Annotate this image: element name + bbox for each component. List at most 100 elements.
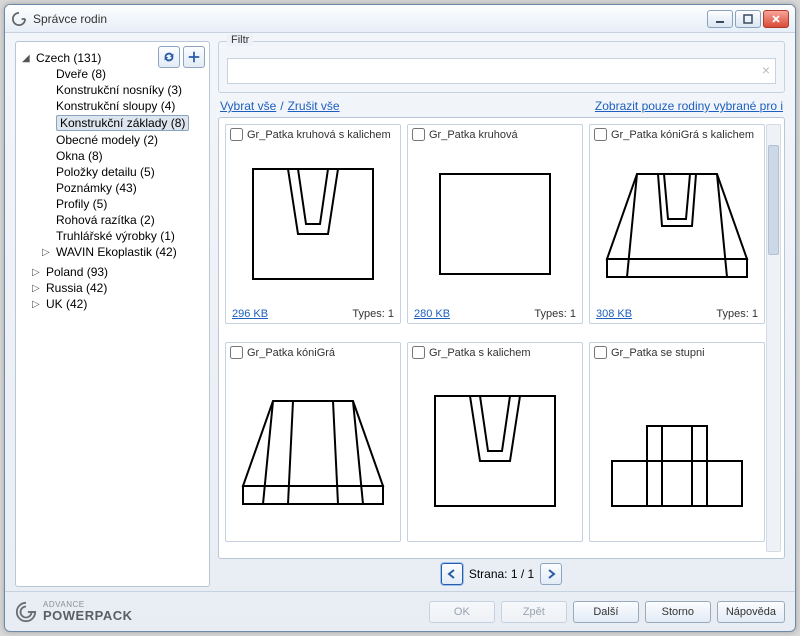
footer: ADVANCE POWERPACK OK Zpět Další Storno N… bbox=[5, 591, 795, 631]
tree-panel: ◢ Czech (131) Dveře (8)Konstrukční nosní… bbox=[15, 41, 210, 587]
grid-wrap: Gr_Patka kruhová s kalichem 296 KB Types: … bbox=[218, 117, 785, 559]
filter-input[interactable] bbox=[227, 58, 776, 84]
tile-checkbox[interactable] bbox=[230, 128, 243, 141]
ok-button[interactable]: OK bbox=[429, 601, 495, 623]
tile-header: Gr_Patka kruhová s kalichem bbox=[226, 125, 400, 143]
tree-root: ◢ Czech (131) Dveře (8)Konstrukční nosní… bbox=[18, 50, 207, 260]
tile-header: Gr_Patka kruhová bbox=[408, 125, 582, 143]
tree-node-label: Dveře (8) bbox=[56, 67, 106, 81]
tile-types: Types: 1 bbox=[716, 308, 758, 320]
caret-right-icon: ▷ bbox=[32, 299, 42, 310]
tree-node[interactable]: Profily (5) bbox=[40, 196, 205, 212]
tree-node-label: Obecné modely (2) bbox=[56, 133, 158, 147]
tree-node-label: Profily (5) bbox=[56, 197, 107, 211]
tree-node-label: Konstrukční nosníky (3) bbox=[56, 83, 182, 97]
filter-legend: Filtr bbox=[227, 34, 253, 46]
tile-name: Gr_Patka s kalichem bbox=[429, 347, 530, 359]
tile-checkbox[interactable] bbox=[594, 128, 607, 141]
tile[interactable]: Gr_Patka s kalichem bbox=[407, 342, 583, 542]
clear-filter-icon[interactable]: × bbox=[762, 62, 770, 78]
tile-checkbox[interactable] bbox=[230, 346, 243, 359]
tile-thumbnail bbox=[408, 361, 582, 541]
right-panel: Filtr × Vybrat vše / Zrušit vše Zobrazit… bbox=[218, 41, 785, 587]
refresh-button[interactable] bbox=[158, 46, 180, 68]
tree-node-label: Truhlářské výrobky (1) bbox=[56, 229, 175, 243]
page-label: Strana: 1 / 1 bbox=[469, 567, 534, 581]
select-all-link[interactable]: Vybrat vše bbox=[220, 99, 276, 113]
tile-types: Types: 1 bbox=[534, 308, 576, 320]
tile-checkbox[interactable] bbox=[594, 346, 607, 359]
tile-name: Gr_Patka kruhová s kalichem bbox=[247, 129, 391, 141]
tile-header: Gr_Patka se stupni bbox=[590, 343, 764, 361]
tile-name: Gr_Patka kóniGrá bbox=[247, 347, 335, 359]
add-button[interactable] bbox=[183, 46, 205, 68]
tree-node-label: Konstrukční základy (8) bbox=[56, 115, 189, 131]
tile-size-link[interactable]: 280 KB bbox=[414, 308, 450, 320]
scrollbar-thumb[interactable] bbox=[768, 145, 779, 255]
tile[interactable]: Gr_Patka kruhová 280 KB Types: 1 bbox=[407, 124, 583, 324]
tile-footer: 308 KB Types: 1 bbox=[590, 305, 764, 323]
tree-node[interactable]: Dveře (8) bbox=[40, 66, 205, 82]
back-button[interactable]: Zpět bbox=[501, 601, 567, 623]
tile[interactable]: Gr_Patka kóniGrá bbox=[225, 342, 401, 542]
linkbar: Vybrat vše / Zrušit vše Zobrazit pouze r… bbox=[218, 99, 785, 113]
window-buttons bbox=[707, 10, 789, 28]
scrollbar[interactable] bbox=[766, 124, 781, 552]
tile-thumbnail bbox=[408, 143, 582, 305]
maximize-button[interactable] bbox=[735, 10, 761, 28]
app-icon bbox=[11, 11, 27, 27]
tree-node-label: WAVIN Ekoplastik (42) bbox=[56, 245, 177, 259]
tile-size-link[interactable]: 296 KB bbox=[232, 308, 268, 320]
caret-down-icon: ◢ bbox=[22, 53, 32, 64]
tile-checkbox[interactable] bbox=[412, 128, 425, 141]
tile[interactable]: Gr_Patka se stupni bbox=[589, 342, 765, 542]
content: ◢ Czech (131) Dveře (8)Konstrukční nosní… bbox=[5, 33, 795, 591]
deselect-all-link[interactable]: Zrušit vše bbox=[288, 99, 340, 113]
help-button[interactable]: Nápověda bbox=[717, 601, 785, 623]
tile-thumbnail bbox=[226, 143, 400, 305]
next-button[interactable]: Další bbox=[573, 601, 639, 623]
tile-name: Gr_Patka kruhová bbox=[429, 129, 518, 141]
tile-checkbox[interactable] bbox=[412, 346, 425, 359]
tile-size-link[interactable]: 308 KB bbox=[596, 308, 632, 320]
show-selected-link[interactable]: Zobrazit pouze rodiny vybrané pro i bbox=[595, 99, 783, 113]
prev-page-button[interactable] bbox=[441, 563, 463, 585]
tree-node[interactable]: Okna (8) bbox=[40, 148, 205, 164]
tile-header: Gr_Patka kóniGrá bbox=[226, 343, 400, 361]
tile-footer: 296 KB Types: 1 bbox=[226, 305, 400, 323]
brand: ADVANCE POWERPACK bbox=[15, 601, 132, 623]
tree-node[interactable]: ▷ UK (42) bbox=[20, 296, 205, 312]
cancel-button[interactable]: Storno bbox=[645, 601, 711, 623]
tree-node[interactable]: Položky detailu (5) bbox=[40, 164, 205, 180]
tree-node[interactable]: Obecné modely (2) bbox=[40, 132, 205, 148]
tile[interactable]: Gr_Patka kruhová s kalichem 296 KB Types: … bbox=[225, 124, 401, 324]
tile[interactable]: Gr_Patka kóniGrá s kalichem308 KBTypes: … bbox=[589, 124, 765, 324]
tree-node-label: UK (42) bbox=[46, 297, 87, 311]
caret-icon: ▷ bbox=[42, 247, 52, 258]
tree-node[interactable]: Konstrukční sloupy (4) bbox=[40, 98, 205, 114]
tree-node[interactable]: Poznámky (43) bbox=[40, 180, 205, 196]
tile-thumbnail bbox=[590, 361, 764, 541]
tree-node-label: Konstrukční sloupy (4) bbox=[56, 99, 175, 113]
tree-node[interactable]: Rohová razítka (2) bbox=[40, 212, 205, 228]
tree-node[interactable]: Konstrukční základy (8) bbox=[40, 114, 205, 132]
separator: / bbox=[280, 99, 283, 113]
tree-node[interactable]: Konstrukční nosníky (3) bbox=[40, 82, 205, 98]
tree-node[interactable]: Truhlářské výrobky (1) bbox=[40, 228, 205, 244]
brand-line2: POWERPACK bbox=[43, 609, 132, 622]
caret-right-icon: ▷ bbox=[32, 267, 42, 278]
window: Správce rodin ◢ Czech (131) bbox=[4, 4, 796, 632]
tree-node[interactable]: ▷ Poland (93) bbox=[20, 264, 205, 280]
tree-node-label: Poland (93) bbox=[46, 265, 108, 279]
tree-node[interactable]: ▷ WAVIN Ekoplastik (42) bbox=[40, 244, 205, 260]
tile-thumbnail bbox=[590, 143, 764, 305]
minimize-button[interactable] bbox=[707, 10, 733, 28]
tree-node-label: Rohová razítka (2) bbox=[56, 213, 155, 227]
next-page-button[interactable] bbox=[540, 563, 562, 585]
close-button[interactable] bbox=[763, 10, 789, 28]
tile-thumbnail bbox=[226, 361, 400, 541]
tree-node[interactable]: ▷Russia (42) bbox=[20, 280, 205, 296]
brand-icon bbox=[15, 601, 37, 623]
tile-types: Types: 1 bbox=[352, 308, 394, 320]
tree-node-label: Okna (8) bbox=[56, 149, 103, 163]
